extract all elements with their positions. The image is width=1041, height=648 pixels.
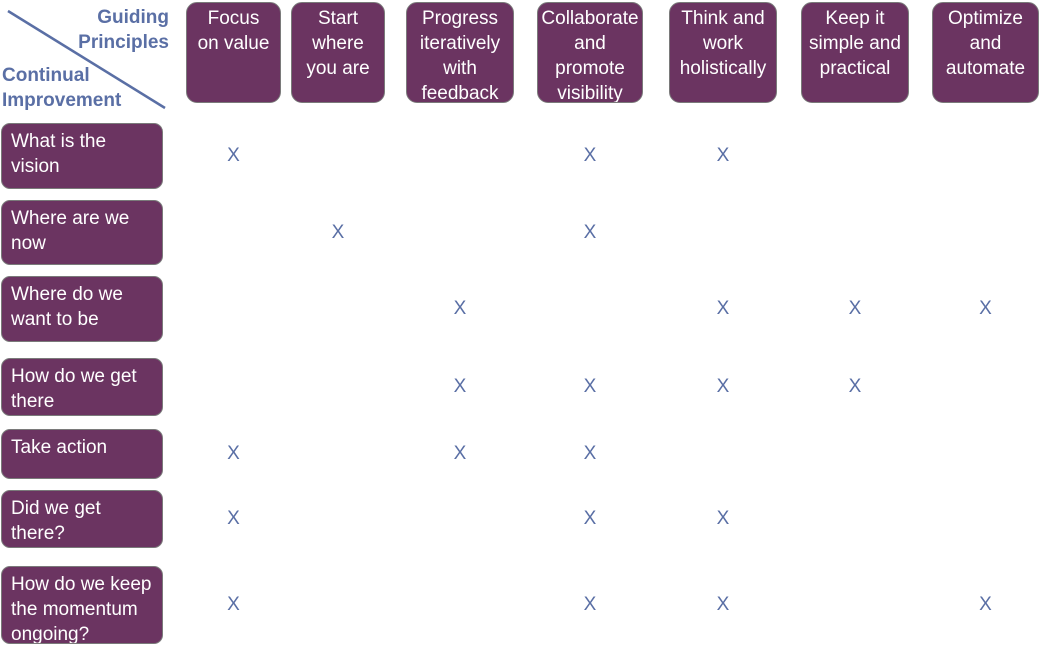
matrix-mark-x: X — [583, 221, 597, 243]
matrix-mark-x: X — [716, 298, 730, 319]
matrix-mark-x: X — [331, 221, 345, 243]
row-label: Take action — [1, 429, 163, 479]
matrix-mark-x: X — [716, 376, 730, 397]
matrix-mark-x: X — [716, 594, 730, 615]
column-header: Optimize and automate — [932, 2, 1039, 103]
row-label: Where are we now — [1, 200, 163, 265]
row-label: Where do we want to be — [1, 276, 163, 342]
matrix-mark-x: X — [583, 443, 597, 464]
matrix-mark-x: X — [227, 145, 240, 166]
matrix-mark-x: X — [583, 376, 597, 397]
column-header: Collaborate and promote visibility — [537, 2, 643, 103]
matrix-mark-x: X — [453, 376, 467, 397]
matrix-mark-x: X — [979, 594, 992, 615]
guiding-principles-axis-label: Guiding Principles — [78, 7, 169, 53]
matrix-mark-x: X — [583, 508, 597, 529]
row-label: Did we get there? — [1, 490, 163, 548]
column-header: Think and work holistically — [669, 2, 777, 103]
column-header: Keep it simple and practical — [801, 2, 909, 103]
row-label: How do we get there — [1, 358, 163, 416]
matrix-mark-x: X — [453, 298, 467, 319]
column-header: Progress iteratively with feedback — [406, 2, 514, 103]
matrix-mark-x: X — [583, 594, 597, 615]
continual-improvement-axis-label: Continual Improvement — [2, 65, 122, 111]
row-label: How do we keep the momentum ongoing? — [1, 566, 163, 644]
matrix-mark-x: X — [716, 145, 730, 166]
column-header: Start where you are — [291, 2, 385, 103]
matrix-mark-x: X — [227, 508, 240, 529]
matrix-mark-x: X — [583, 145, 597, 166]
matrix-mark-x: X — [848, 298, 862, 319]
matrix-mark-x: X — [453, 443, 467, 464]
matrix-mark-x: X — [716, 508, 730, 529]
matrix-mark-x: X — [979, 298, 992, 319]
column-header: Focus on value — [186, 2, 281, 103]
matrix-mark-x: X — [848, 376, 862, 397]
row-label: What is the vision — [1, 123, 163, 189]
matrix-mark-x: X — [227, 594, 240, 615]
matrix-mark-x: X — [227, 443, 240, 464]
